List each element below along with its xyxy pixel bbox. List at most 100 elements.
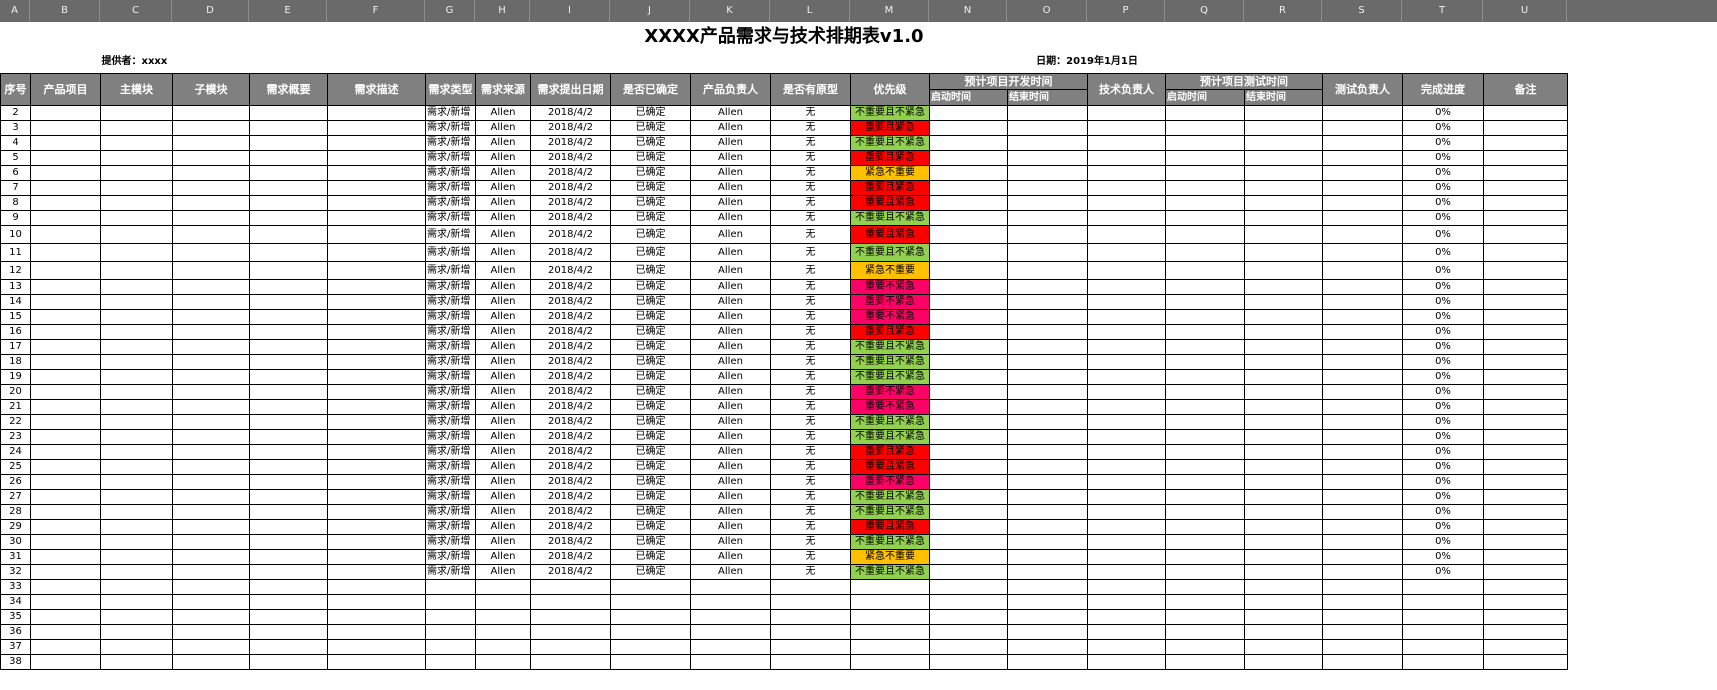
test-end-cell[interactable] — [1244, 323, 1323, 340]
hdr-progress[interactable]: 完成进度 — [1402, 72, 1484, 106]
confirmed-cell[interactable]: 已确定 — [610, 563, 691, 580]
empty-cell[interactable] — [172, 608, 250, 625]
description-cell[interactable] — [327, 563, 426, 580]
description-cell[interactable] — [327, 383, 426, 400]
column-header[interactable]: G — [425, 0, 475, 22]
notes-cell[interactable] — [1483, 293, 1568, 310]
description-cell[interactable] — [327, 194, 426, 211]
sub-module-cell[interactable] — [172, 119, 250, 136]
row-number[interactable]: 13 — [0, 278, 31, 295]
sub-module-cell[interactable] — [172, 260, 250, 280]
raised-date-cell[interactable]: 2018/4/2 — [530, 443, 611, 460]
description-cell[interactable] — [327, 338, 426, 355]
main-module-cell[interactable] — [100, 224, 173, 244]
test-owner-cell[interactable] — [1322, 533, 1403, 550]
progress-cell[interactable]: 0% — [1402, 413, 1484, 430]
main-module-cell[interactable] — [100, 242, 173, 262]
type-cell[interactable]: 需求/新增 — [425, 323, 476, 340]
row-number[interactable]: 27 — [0, 488, 31, 505]
progress-cell[interactable]: 0% — [1402, 134, 1484, 151]
main-module-cell[interactable] — [100, 473, 173, 490]
test-end-cell[interactable] — [1244, 548, 1323, 565]
test-start-cell[interactable] — [1165, 368, 1245, 385]
project-cell[interactable] — [30, 242, 101, 262]
sub-module-cell[interactable] — [172, 533, 250, 550]
prototype-cell[interactable]: 无 — [770, 443, 851, 460]
source-cell[interactable]: Allen — [475, 164, 531, 181]
dev-start-cell[interactable] — [929, 548, 1008, 565]
dev-end-cell[interactable] — [1007, 413, 1088, 430]
type-cell[interactable]: 需求/新增 — [425, 503, 476, 520]
column-header[interactable]: O — [1007, 0, 1087, 22]
dev-start-cell[interactable] — [929, 518, 1008, 535]
priority-cell[interactable]: 重要且紧急 — [850, 224, 930, 244]
empty-cell[interactable] — [1165, 578, 1245, 595]
confirmed-cell[interactable]: 已确定 — [610, 149, 691, 166]
dev-end-cell[interactable] — [1007, 458, 1088, 475]
notes-cell[interactable] — [1483, 194, 1568, 211]
notes-cell[interactable] — [1483, 242, 1568, 262]
dev-end-cell[interactable] — [1007, 398, 1088, 415]
empty-cell[interactable] — [690, 638, 771, 655]
prototype-cell[interactable]: 无 — [770, 533, 851, 550]
project-cell[interactable] — [30, 548, 101, 565]
sub-module-cell[interactable] — [172, 548, 250, 565]
source-cell[interactable]: Allen — [475, 308, 531, 325]
test-owner-cell[interactable] — [1322, 443, 1403, 460]
sub-module-cell[interactable] — [172, 458, 250, 475]
confirmed-cell[interactable]: 已确定 — [610, 488, 691, 505]
summary-cell[interactable] — [249, 242, 328, 262]
notes-cell[interactable] — [1483, 149, 1568, 166]
test-end-cell[interactable] — [1244, 503, 1323, 520]
raised-date-cell[interactable]: 2018/4/2 — [530, 119, 611, 136]
test-owner-cell[interactable] — [1322, 353, 1403, 370]
empty-cell[interactable] — [850, 578, 930, 595]
description-cell[interactable] — [327, 473, 426, 490]
priority-cell[interactable]: 不重要且不紧急 — [850, 134, 930, 151]
confirmed-cell[interactable]: 已确定 — [610, 278, 691, 295]
notes-cell[interactable] — [1483, 428, 1568, 445]
empty-cell[interactable] — [172, 593, 250, 610]
sub-module-cell[interactable] — [172, 293, 250, 310]
test-start-cell[interactable] — [1165, 563, 1245, 580]
column-header[interactable]: N — [929, 0, 1007, 22]
confirmed-cell[interactable]: 已确定 — [610, 338, 691, 355]
test-end-cell[interactable] — [1244, 194, 1323, 211]
test-start-cell[interactable] — [1165, 533, 1245, 550]
summary-cell[interactable] — [249, 104, 328, 121]
test-start-cell[interactable] — [1165, 224, 1245, 244]
priority-cell[interactable]: 重要且紧急 — [850, 119, 930, 136]
column-header[interactable]: P — [1087, 0, 1165, 22]
confirmed-cell[interactable]: 已确定 — [610, 398, 691, 415]
priority-cell[interactable]: 不重要且不紧急 — [850, 242, 930, 262]
empty-cell[interactable] — [1007, 623, 1088, 640]
description-cell[interactable] — [327, 353, 426, 370]
source-cell[interactable]: Allen — [475, 119, 531, 136]
type-cell[interactable]: 需求/新增 — [425, 518, 476, 535]
pm-cell[interactable]: Allen — [690, 242, 771, 262]
test-start-cell[interactable] — [1165, 338, 1245, 355]
project-cell[interactable] — [30, 473, 101, 490]
dev-end-cell[interactable] — [1007, 518, 1088, 535]
source-cell[interactable]: Allen — [475, 338, 531, 355]
summary-cell[interactable] — [249, 209, 328, 226]
progress-cell[interactable]: 0% — [1402, 149, 1484, 166]
main-module-cell[interactable] — [100, 278, 173, 295]
dev-start-cell[interactable] — [929, 563, 1008, 580]
pm-cell[interactable]: Allen — [690, 488, 771, 505]
prototype-cell[interactable]: 无 — [770, 323, 851, 340]
hdr-test-time[interactable]: 预计项目测试时间 — [1165, 72, 1323, 90]
dev-end-cell[interactable] — [1007, 149, 1088, 166]
tech-owner-cell[interactable] — [1087, 278, 1166, 295]
tech-owner-cell[interactable] — [1087, 428, 1166, 445]
summary-cell[interactable] — [249, 353, 328, 370]
tech-owner-cell[interactable] — [1087, 224, 1166, 244]
dev-end-cell[interactable] — [1007, 488, 1088, 505]
confirmed-cell[interactable]: 已确定 — [610, 164, 691, 181]
test-start-cell[interactable] — [1165, 383, 1245, 400]
progress-cell[interactable]: 0% — [1402, 260, 1484, 280]
test-end-cell[interactable] — [1244, 458, 1323, 475]
row-number[interactable]: 2 — [0, 104, 31, 121]
priority-cell[interactable]: 不重要且不紧急 — [850, 503, 930, 520]
sub-module-cell[interactable] — [172, 398, 250, 415]
